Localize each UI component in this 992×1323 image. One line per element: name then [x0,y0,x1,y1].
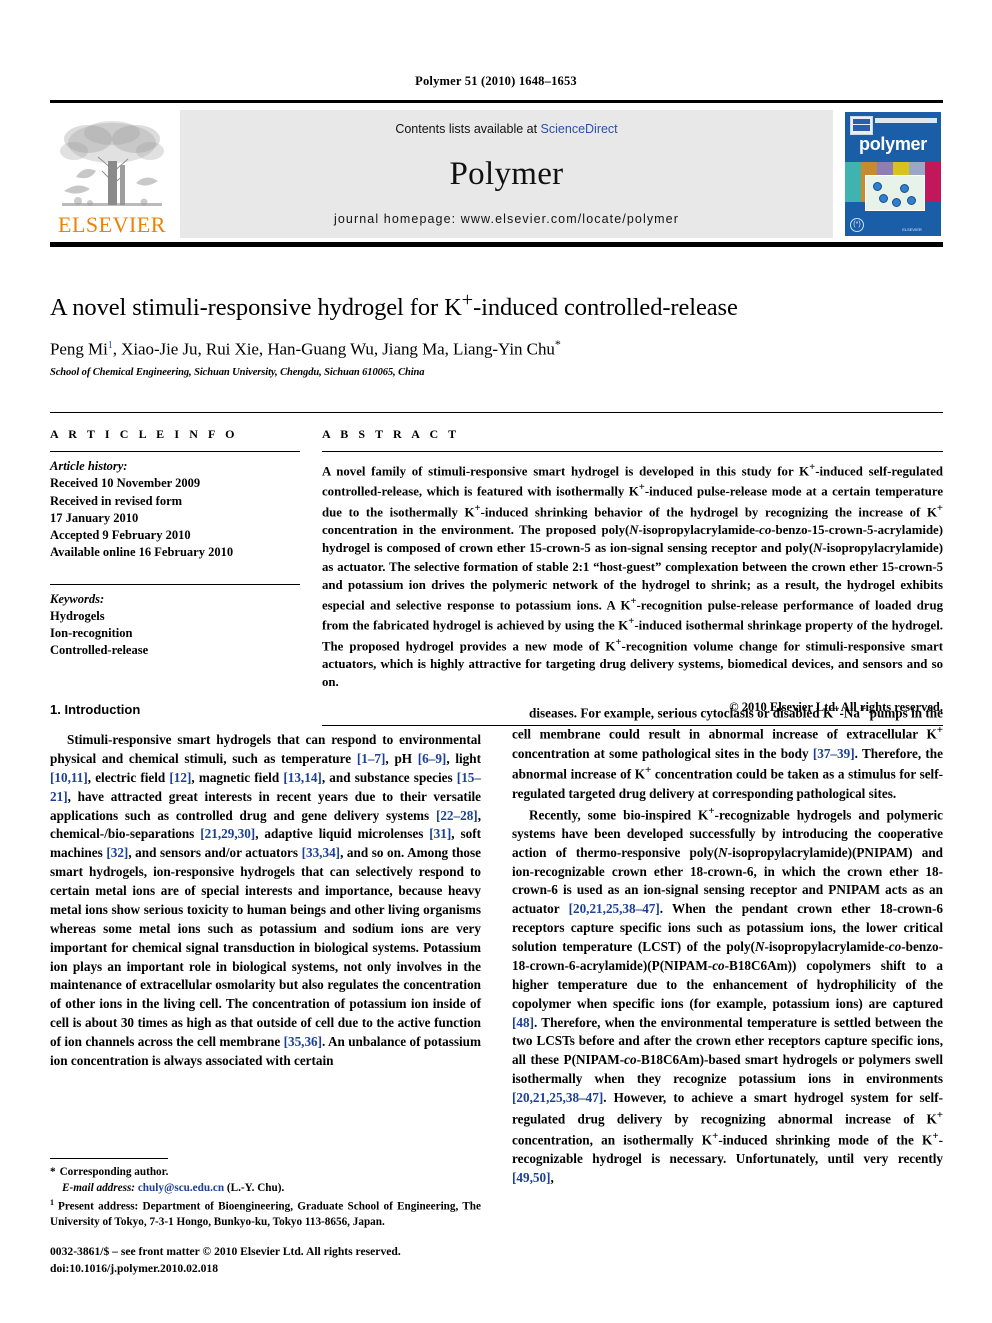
keyword-item: Ion-recognition [50,626,133,640]
footnote-email: E-mail address: chuly@scu.edu.cn (L.-Y. … [50,1181,481,1197]
sciencedirect-link[interactable]: ScienceDirect [541,122,618,136]
email-suffix: (L.-Y. Chu). [226,1181,285,1194]
body-column-left: 1. Introduction Stimuli-responsive smart… [50,702,481,1188]
keyword-item: Controlled-release [50,643,149,658]
footnote-marker: * [50,1166,56,1178]
article-history-block: Article history: Received 10 November 20… [50,452,300,562]
history-item: Available online 16 February 2010 [50,545,234,560]
keywords-label: Keywords: [50,591,105,606]
email-link[interactable]: chuly@scu.edu.cn [138,1182,224,1194]
body-column-right: diseases. For example, serious cytoclasi… [512,702,943,1188]
title-block: A novel stimuli-responsive hydrogel for … [50,288,943,378]
cover-recycle-icon: (*) [850,218,864,232]
imprint-block: 0032-3861/$ – see front matter © 2010 El… [50,1244,510,1278]
paragraph: diseases. For example, serious cytoclasi… [512,703,944,801]
journal-cover-thumbnail: polymer (*) ELSEVIER [839,110,943,238]
journal-title: Polymer [449,155,564,192]
contents-prefix: Contents lists available at [395,122,541,136]
footnote-text: Corresponding author. [59,1166,169,1178]
keyword-item: Hydrogels [50,608,105,623]
footnote-present-address: 1 Present address: Department of Bioengin… [50,1197,481,1232]
paragraph: Stimuli-responsive smart hydrogels that … [50,732,481,1068]
paragraph: Recently, some bio-inspired K+-recogniza… [512,804,944,1186]
footnote-corresponding-author: * Corresponding author. [50,1165,481,1181]
cover-logo-icon [850,116,873,135]
abstract-heading: A B S T R A C T [322,427,460,441]
keywords-block: Keywords: Hydrogels Ion-recognition Cont… [50,583,300,660]
cover-publisher-mark: ELSEVIER [902,226,922,232]
author-list: Peng Mi1, Xiao-Jie Ju, Rui Xie, Han-Guan… [50,336,561,359]
journal-homepage-link[interactable]: journal homepage: www.elsevier.com/locat… [334,212,679,226]
elsevier-logo: ELSEVIER [50,110,174,238]
article-info-column: A R T I C L E I N F O Article history: R… [50,427,322,726]
abstract-text: A novel family of stimuli-responsive sma… [322,462,944,690]
cover-journal-title: polymer [859,134,927,154]
affiliation: School of Chemical Engineering, Sichuan … [50,367,425,379]
journal-banner: Contents lists available at ScienceDirec… [180,110,833,238]
info-and-abstract: A R T I C L E I N F O Article history: R… [50,412,944,727]
footnote-rule [50,1158,168,1159]
contents-available-line: Contents lists available at ScienceDirec… [395,122,617,136]
journal-article-page: Polymer 51 (2010) 1648–1653 ELSEVIER Con… [0,0,992,1323]
footnote-marker: 1 [50,1197,54,1207]
article-history-label: Article history: [50,459,128,473]
email-label: E-mail address: [62,1181,136,1194]
issn-line: 0032-3861/$ – see front matter © 2010 El… [50,1245,401,1258]
body-columns: 1. Introduction Stimuli-responsive smart… [50,702,943,1188]
history-item: Received in revised form [50,493,183,508]
footnote-text: Present address: Department of Bioengine… [50,1200,481,1229]
history-item: Accepted 9 February 2010 [50,528,191,542]
cover-top-bar [875,118,937,123]
elsevier-wordmark: ELSEVIER [58,212,166,237]
journal-masthead: ELSEVIER Contents lists available at Sci… [50,100,943,247]
running-head: Polymer 51 (2010) 1648–1653 [415,74,577,88]
history-item: 17 January 2010 [50,510,139,525]
elsevier-tree-icon [58,117,166,213]
footnote-block: * Corresponding author. E-mail address: c… [50,1158,481,1231]
history-item: Received 10 November 2009 [50,476,201,491]
article-info-heading: A R T I C L E I N F O [50,427,239,441]
cover-inset-diagram [865,175,925,211]
introduction-heading: 1. Introduction [50,702,141,717]
article-title: A novel stimuli-responsive hydrogel for … [50,289,738,322]
doi-line[interactable]: doi:10.1016/j.polymer.2010.02.018 [50,1261,510,1278]
abstract-column: A B S T R A C T A novel family of stimul… [322,427,944,727]
